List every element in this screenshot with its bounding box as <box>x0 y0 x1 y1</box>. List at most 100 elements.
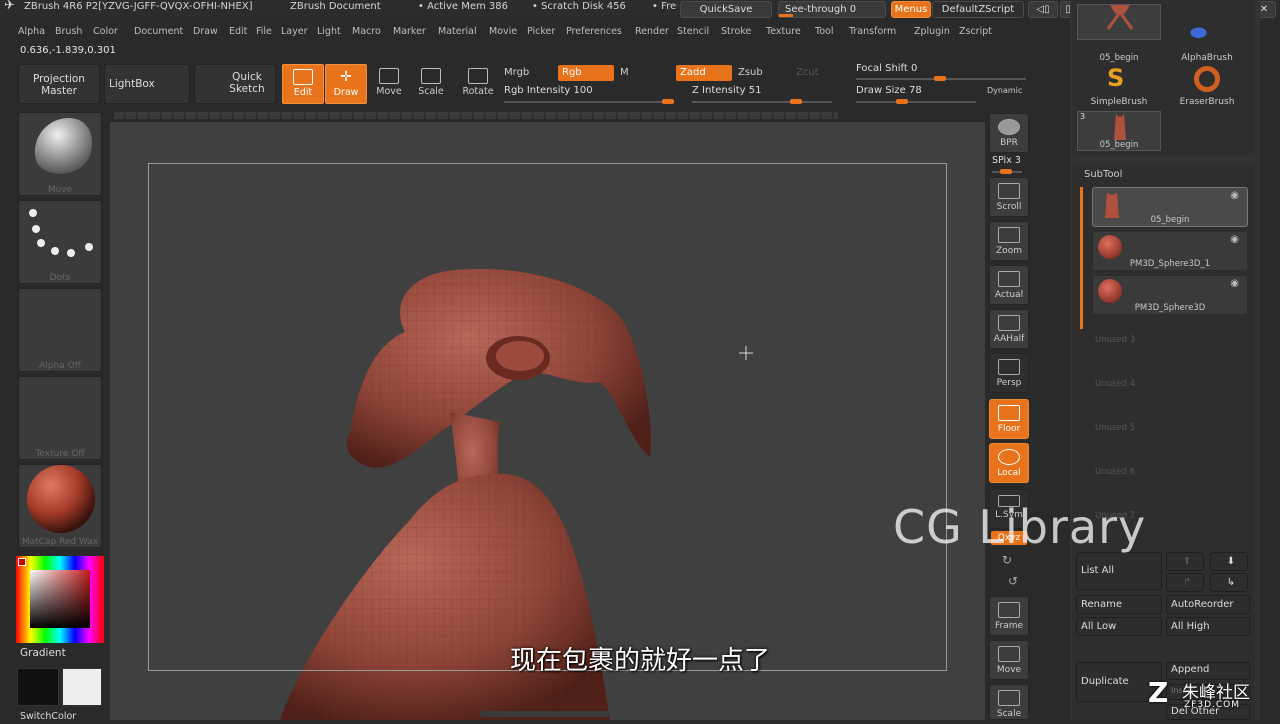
alpha-brush-icon[interactable]: ⬬ <box>1190 20 1207 44</box>
zsub-button[interactable]: Zsub <box>734 65 790 81</box>
move-view-button[interactable]: Move <box>989 640 1029 680</box>
mrgb-button[interactable]: Mrgb <box>500 65 556 81</box>
edit-button[interactable]: Edit <box>282 64 324 104</box>
menu-file[interactable]: File <box>256 26 272 37</box>
move-up-icon[interactable]: ⬆ <box>1166 552 1204 571</box>
menu-brush[interactable]: Brush <box>55 26 82 37</box>
menu-picker[interactable]: Picker <box>527 26 555 37</box>
menu-edit[interactable]: Edit <box>229 26 247 37</box>
menus-button[interactable]: Menus <box>891 1 931 18</box>
menu-material[interactable]: Material <box>438 26 477 37</box>
list-all-button[interactable]: List All <box>1076 552 1162 590</box>
all-low-button[interactable]: All Low <box>1076 617 1162 636</box>
menu-color[interactable]: Color <box>93 26 118 37</box>
rename-button[interactable]: Rename <box>1076 595 1162 614</box>
texture-thumbnail[interactable]: Texture Off <box>18 376 102 460</box>
floor-icon <box>998 405 1020 421</box>
rgb-button[interactable]: Rgb <box>558 65 614 81</box>
tool-thumb-05-begin-2[interactable]: 3 05_begin <box>1077 111 1161 151</box>
palette-left-icon[interactable]: ◁▯ <box>1028 1 1058 18</box>
see-through-slider[interactable]: See-through 0 <box>778 1 886 18</box>
move-icon <box>379 68 399 84</box>
m-button[interactable]: M <box>616 65 672 81</box>
menu-alpha[interactable]: Alpha <box>18 26 45 37</box>
subtool-item-sphere[interactable]: ◉ PM3D_Sphere3D <box>1092 275 1248 315</box>
scale-button[interactable]: Scale <box>410 64 452 104</box>
move-right-icon[interactable]: ↳ <box>1210 573 1248 592</box>
menu-document[interactable]: Document <box>134 26 183 37</box>
tool-thumb-05-begin[interactable] <box>1077 3 1161 40</box>
menu-marker[interactable]: Marker <box>393 26 426 37</box>
frame-button[interactable]: Frame <box>989 596 1029 636</box>
quicksave-button[interactable]: QuickSave <box>680 1 772 18</box>
eraser-brush-icon[interactable] <box>1194 66 1220 92</box>
menu-macro[interactable]: Macro <box>352 26 381 37</box>
menu-stencil[interactable]: Stencil <box>677 26 709 37</box>
menu-render[interactable]: Render <box>635 26 669 37</box>
menu-tool[interactable]: Tool <box>815 26 833 37</box>
alpha-thumbnail[interactable]: Alpha Off <box>18 288 102 372</box>
switch-color-button[interactable]: SwitchColor <box>20 711 76 722</box>
local-button[interactable]: Local <box>989 443 1029 483</box>
rgb-intensity-slider[interactable] <box>504 99 674 104</box>
scale-view-button[interactable]: Scale <box>989 684 1029 720</box>
color-picker[interactable] <box>16 556 104 643</box>
move-down-icon[interactable]: ⬇ <box>1210 552 1248 571</box>
rotate-z-icon[interactable]: ↺ <box>1008 574 1018 588</box>
menu-transform[interactable]: Transform <box>849 26 896 37</box>
scale-icon <box>421 68 441 84</box>
menu-texture[interactable]: Texture <box>766 26 801 37</box>
primary-color-swatch[interactable] <box>17 668 59 706</box>
zcut-button[interactable]: Zcut <box>792 65 842 81</box>
material-thumbnail[interactable]: MatCap Red Wax <box>18 464 102 548</box>
spix-slider[interactable] <box>992 169 1022 174</box>
rotate-y-icon[interactable]: ↻ <box>1002 553 1012 567</box>
aahalf-button[interactable]: AAHalf <box>989 309 1029 349</box>
menu-preferences[interactable]: Preferences <box>566 26 622 37</box>
subtool-visibility-icon[interactable]: ◉ <box>1230 234 1239 245</box>
menu-zplugin[interactable]: Zplugin <box>914 26 950 37</box>
move-button[interactable]: Move <box>368 64 410 104</box>
dynamic-button[interactable]: Dynamic <box>987 86 1022 95</box>
subtool-visibility-icon[interactable]: ◉ <box>1230 190 1239 201</box>
subtool-title[interactable]: SubTool <box>1084 169 1122 180</box>
menu-stroke[interactable]: Stroke <box>721 26 751 37</box>
move-left-icon[interactable]: ↱ <box>1166 573 1204 592</box>
subtool-scrollbar[interactable] <box>1080 187 1083 329</box>
secondary-color-swatch[interactable] <box>62 668 102 706</box>
gradient-label: Gradient <box>20 647 66 659</box>
color-swatch-area[interactable] <box>30 570 90 628</box>
projection-master-button[interactable]: Projection Master <box>18 64 100 104</box>
floor-button[interactable]: Floor <box>989 399 1029 439</box>
menu-draw[interactable]: Draw <box>193 26 218 37</box>
menu-light[interactable]: Light <box>317 26 341 37</box>
scroll-button[interactable]: Scroll <box>989 177 1029 217</box>
actual-button[interactable]: Actual <box>989 265 1029 305</box>
canvas-scrollbar[interactable] <box>114 112 838 119</box>
dots-stroke-thumbnail[interactable]: Dots <box>18 200 102 284</box>
persp-button[interactable]: Persp <box>989 353 1029 393</box>
document-frame <box>148 163 947 671</box>
draw-button[interactable]: ✛ Draw <box>325 64 367 104</box>
move-brush-thumbnail[interactable]: Move <box>18 112 102 196</box>
zadd-button[interactable]: Zadd <box>676 65 732 81</box>
default-zscript-button[interactable]: DefaultZScript <box>932 1 1024 18</box>
z-intensity-slider[interactable] <box>692 99 832 104</box>
simple-brush-icon[interactable]: S <box>1107 64 1124 92</box>
bpr-button[interactable]: BPR <box>989 113 1029 153</box>
all-high-button[interactable]: All High <box>1166 617 1250 636</box>
bottom-tray-handle[interactable] <box>480 711 610 717</box>
quick-sketch-button[interactable]: Quick Sketch <box>194 64 276 104</box>
subtool-visibility-icon[interactable]: ◉ <box>1230 278 1239 289</box>
rotate-button[interactable]: Rotate <box>457 64 499 104</box>
lightbox-button[interactable]: LightBox <box>104 64 190 104</box>
menu-layer[interactable]: Layer <box>281 26 308 37</box>
menu-zscript[interactable]: Zscript <box>959 26 992 37</box>
subtool-item-05-begin[interactable]: ◉ 05_begin <box>1092 187 1248 227</box>
menu-movie[interactable]: Movie <box>489 26 517 37</box>
autoreorder-button[interactable]: AutoReorder <box>1166 595 1250 614</box>
zoom-button[interactable]: Zoom <box>989 221 1029 261</box>
subtool-item-sphere-1[interactable]: ◉ PM3D_Sphere3D_1 <box>1092 231 1248 271</box>
draw-size-slider[interactable] <box>856 99 976 104</box>
focal-shift-slider[interactable] <box>856 76 1026 81</box>
